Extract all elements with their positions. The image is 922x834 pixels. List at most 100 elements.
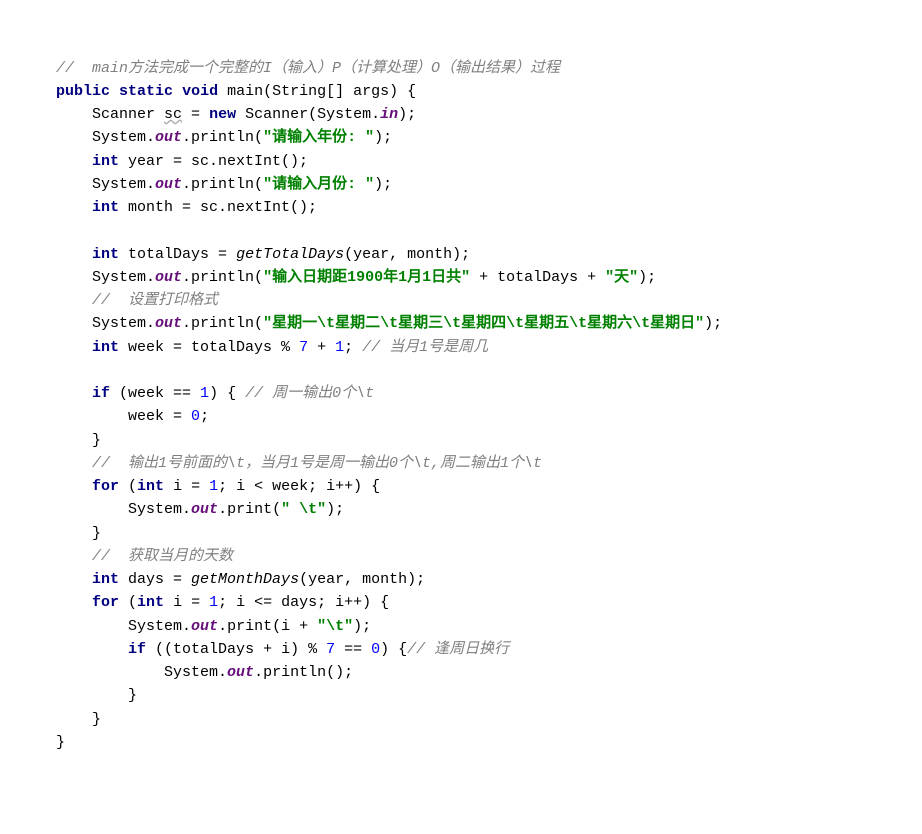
text: .print( <box>218 501 281 518</box>
keyword-public: public <box>56 83 110 100</box>
text: year = sc.nextInt(); <box>119 153 308 170</box>
line: int totalDays = getTotalDays(year, month… <box>20 246 470 263</box>
text: ); <box>398 106 416 123</box>
string: "请输入年份: " <box>263 129 374 146</box>
line: int year = sc.nextInt(); <box>20 153 308 170</box>
keyword-int: int <box>137 478 164 495</box>
text: (); <box>326 664 353 681</box>
line: if ((totalDays + i) % 7 == 0) {// 逢周日换行 <box>20 641 509 658</box>
text: month = sc.nextInt(); <box>119 199 317 216</box>
text: week = <box>128 408 191 425</box>
text: (String[] args) { <box>263 83 416 100</box>
line: Scanner sc = new Scanner(System.in); <box>20 106 416 123</box>
text: ); <box>374 129 392 146</box>
text: Scanner(System. <box>236 106 380 123</box>
brace: } <box>92 525 101 542</box>
text: ; i < week; i++) { <box>218 478 380 495</box>
comment: // 周一输出0个\t <box>245 385 374 402</box>
line: // main方法完成一个完整的I（输入）P（计算处理）O（输出结果）过程 <box>20 60 560 77</box>
text: .println <box>254 664 326 681</box>
blank-line <box>20 222 29 239</box>
field-out: out <box>155 269 182 286</box>
keyword-void: void <box>182 83 218 100</box>
line: } <box>20 687 137 704</box>
string: " \t" <box>281 501 326 518</box>
keyword-int: int <box>92 199 119 216</box>
keyword-int: int <box>92 571 119 588</box>
field-out: out <box>191 618 218 635</box>
brace: } <box>128 687 137 704</box>
comment: // 设置打印格式 <box>92 292 218 309</box>
line: if (week == 1) { // 周一输出0个\t <box>20 385 374 402</box>
line: System.out.println("请输入月份: "); <box>20 176 392 193</box>
text: ); <box>353 618 371 635</box>
line: System.out.println("输入日期距1900年1月1日共" + t… <box>20 269 656 286</box>
line: // 设置打印格式 <box>20 292 218 309</box>
brace: } <box>92 432 101 449</box>
brace: } <box>92 711 101 728</box>
method-call: getMonthDays <box>191 571 299 588</box>
text: (year, month); <box>344 246 470 263</box>
keyword-int: int <box>137 594 164 611</box>
class-name: Scanner <box>92 106 164 123</box>
line: for (int i = 1; i <= days; i++) { <box>20 594 389 611</box>
line: System.out.println("星期一\t星期二\t星期三\t星期四\t… <box>20 315 722 332</box>
keyword-int: int <box>92 339 119 356</box>
line: System.out.print(" \t"); <box>20 501 344 518</box>
text: days = <box>119 571 191 588</box>
text: ) { <box>209 385 245 402</box>
string: "请输入月份: " <box>263 176 374 193</box>
text: i = <box>164 478 209 495</box>
line: int week = totalDays % 7 + 1; // 当月1号是周几 <box>20 339 488 356</box>
line: } <box>20 525 101 542</box>
text: .print( <box>218 618 281 635</box>
text: System. <box>92 176 155 193</box>
string: "\t" <box>317 618 353 635</box>
text: System. <box>128 501 191 518</box>
line: System.out.println(); <box>20 664 353 681</box>
field-out: out <box>155 129 182 146</box>
line: // 获取当月的天数 <box>20 548 233 565</box>
text: System. <box>128 618 191 635</box>
text: = <box>182 106 209 123</box>
number: 7 <box>299 339 308 356</box>
text: ); <box>326 501 344 518</box>
line: int month = sc.nextInt(); <box>20 199 317 216</box>
text: ; <box>344 339 362 356</box>
text: i = <box>164 594 209 611</box>
number: 0 <box>371 641 380 658</box>
keyword-for: for <box>92 478 119 495</box>
field-out: out <box>155 176 182 193</box>
text: System. <box>92 269 155 286</box>
code-block: // main方法完成一个完整的I（输入）P（计算处理）O（输出结果）过程 pu… <box>20 57 902 755</box>
keyword-if: if <box>128 641 146 658</box>
method-name: main <box>227 83 263 100</box>
keyword-int: int <box>92 153 119 170</box>
comment: // 当月1号是周几 <box>362 339 488 356</box>
text: + <box>308 339 335 356</box>
text: .println( <box>182 129 263 146</box>
text: ); <box>374 176 392 193</box>
comment: // main方法完成一个完整的I（输入）P（计算处理）O（输出结果）过程 <box>56 60 560 77</box>
text: .println( <box>182 315 263 332</box>
text: (year, month); <box>299 571 425 588</box>
line: } <box>20 734 65 751</box>
text: (week == <box>110 385 200 402</box>
keyword-for: for <box>92 594 119 611</box>
text: ; i <= days; i++) { <box>218 594 389 611</box>
method-call: getTotalDays <box>236 246 344 263</box>
string: "输入日期距1900年1月1日共" <box>263 269 470 286</box>
text: == <box>335 641 371 658</box>
text: ( <box>119 478 137 495</box>
field-out: out <box>155 315 182 332</box>
line: int days = getMonthDays(year, month); <box>20 571 425 588</box>
text: week = totalDays % <box>119 339 299 356</box>
comment: // 逢周日换行 <box>407 641 509 658</box>
text: ( <box>119 594 137 611</box>
number: 1 <box>209 478 218 495</box>
line: public static void main(String[] args) { <box>20 83 416 100</box>
keyword-int: int <box>92 246 119 263</box>
text: ); <box>638 269 656 286</box>
field-out: out <box>191 501 218 518</box>
string: "星期一\t星期二\t星期三\t星期四\t星期五\t星期六\t星期日" <box>263 315 704 332</box>
